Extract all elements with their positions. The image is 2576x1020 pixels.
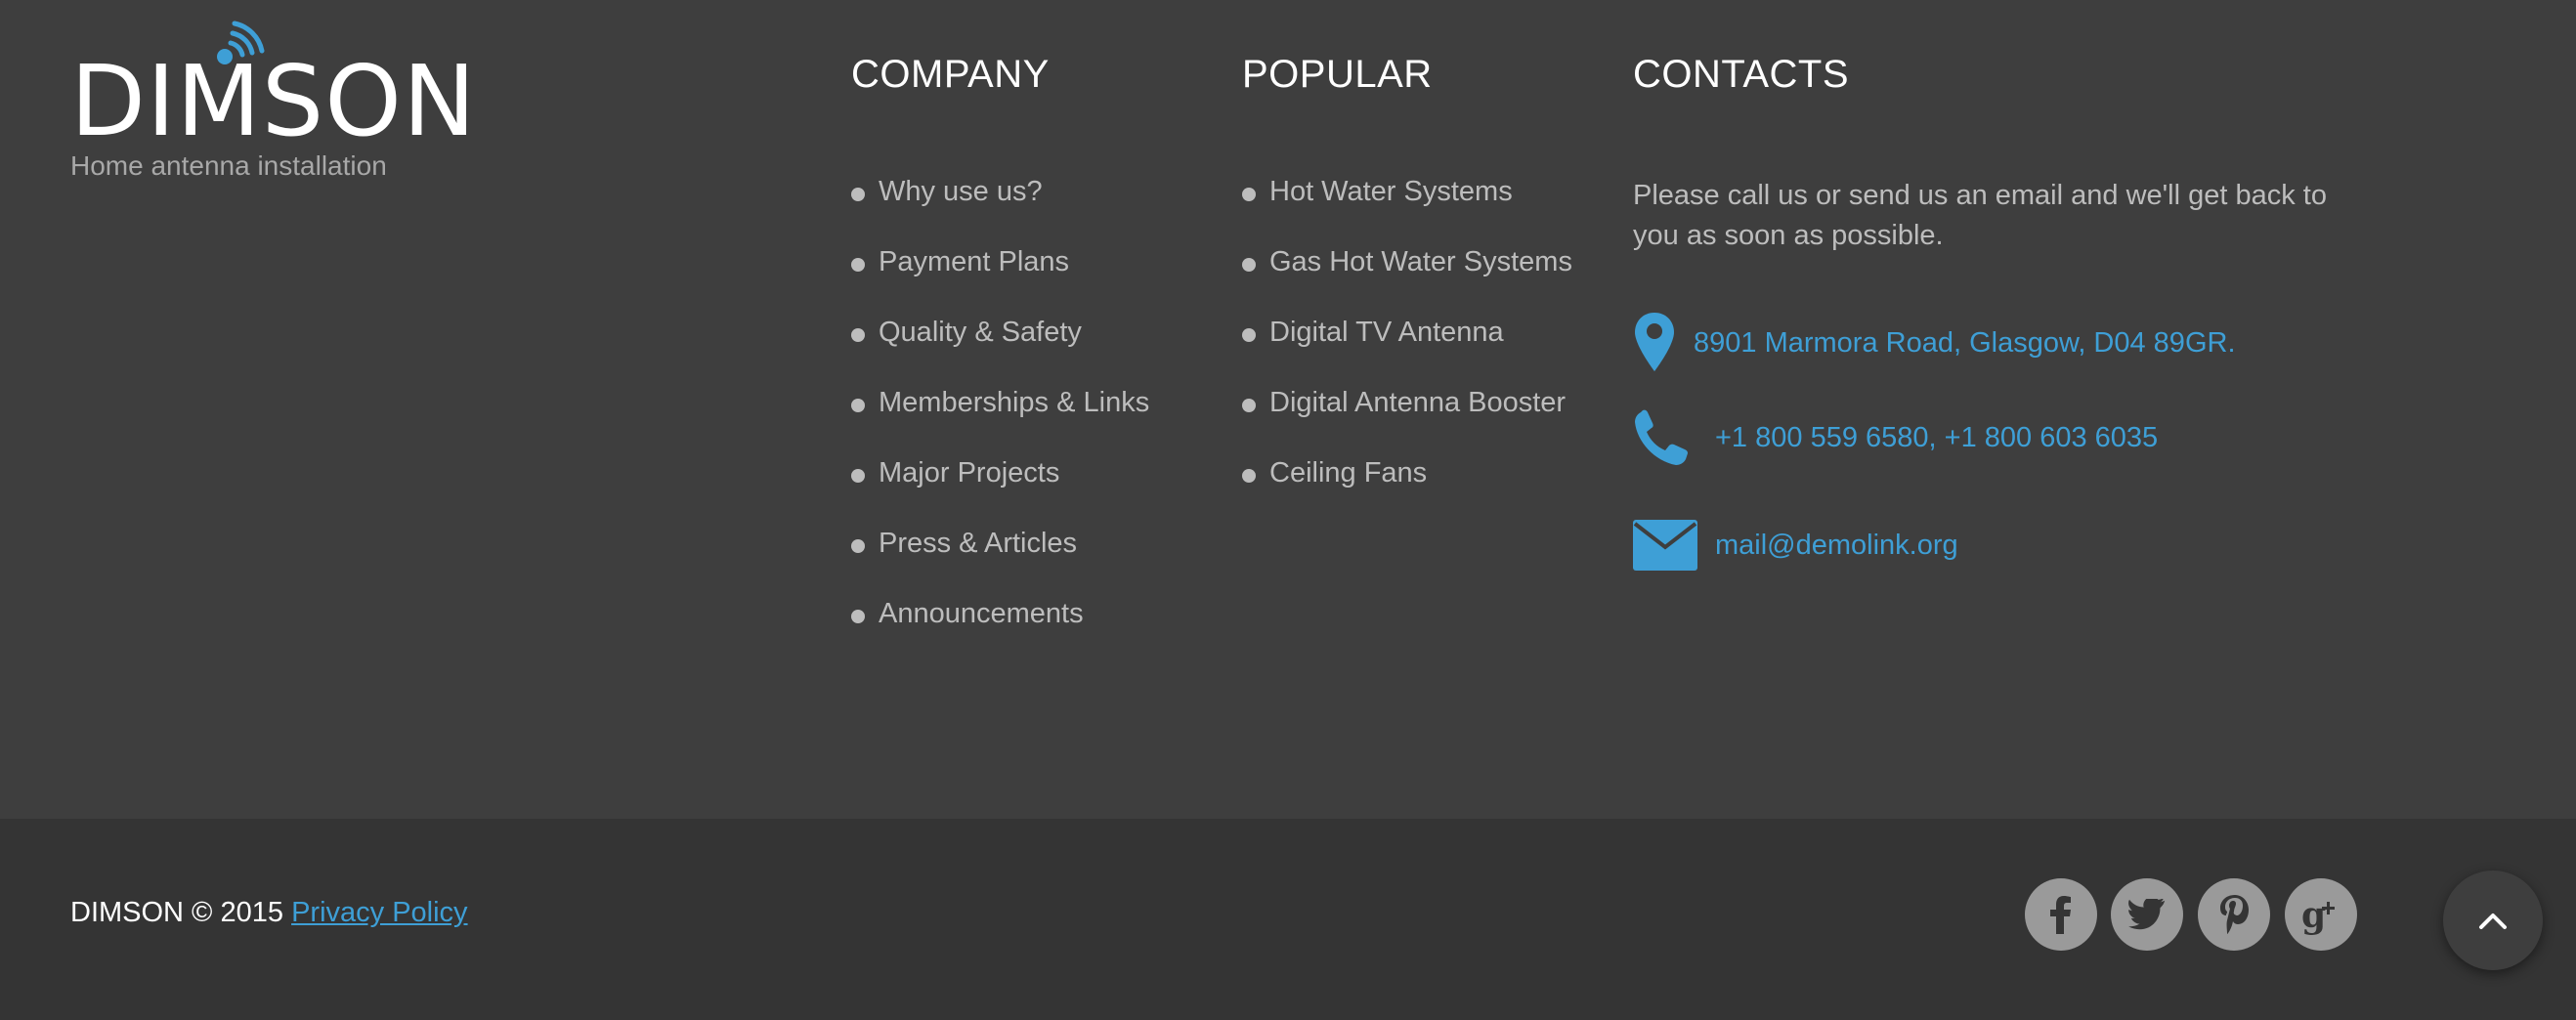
email-link[interactable]: mail@demolink.org: [1715, 530, 1958, 562]
bullet-icon: [851, 610, 865, 623]
company-menu-item: Memberships & Links: [851, 387, 1149, 457]
phone-icon: [1635, 409, 1688, 465]
company-menu-link[interactable]: Quality & Safety: [879, 317, 1082, 349]
popular-menu-link[interactable]: Gas Hot Water Systems: [1269, 246, 1572, 278]
svg-text:g: g: [2301, 895, 2326, 935]
phone-link[interactable]: +1 800 559 6580, +1 800 603 6035: [1715, 422, 2158, 454]
bullet-icon: [851, 328, 865, 342]
bullet-icon: [851, 469, 865, 483]
contacts-intro: Please call us or send us an email and w…: [1633, 180, 2327, 251]
contact-email: mail@demolink.org: [1633, 520, 1958, 571]
bullet-icon: [1242, 258, 1256, 272]
company-menu-link[interactable]: Press & Articles: [879, 528, 1077, 560]
privacy-policy-link[interactable]: Privacy Policy: [291, 897, 468, 928]
bullet-icon: [1242, 399, 1256, 412]
copyright: DIMSON © 2015 Privacy Policy: [70, 897, 468, 929]
popular-menu-item: Ceiling Fans: [1242, 457, 1572, 528]
popular-menu-item: Gas Hot Water Systems: [1242, 246, 1572, 317]
bullet-icon: [851, 258, 865, 272]
popular-menu-link[interactable]: Ceiling Fans: [1269, 457, 1427, 489]
popular-menu-link[interactable]: Hot Water Systems: [1269, 176, 1513, 208]
company-menu-link[interactable]: Memberships & Links: [879, 387, 1149, 419]
logo[interactable]: DIMSON Home antenna installation: [70, 14, 476, 190]
bullet-icon: [1242, 328, 1256, 342]
bullet-icon: [851, 399, 865, 412]
bullet-icon: [851, 539, 865, 553]
contact-address: 8901 Marmora Road, Glasgow, D04 89GR.: [1633, 311, 2236, 375]
logo-wordmark: DIMSON: [70, 44, 477, 158]
company-menu-link[interactable]: Payment Plans: [879, 246, 1069, 278]
copyright-text: DIMSON © 2015: [70, 897, 283, 928]
company-heading: COMPANY: [851, 53, 1050, 96]
contact-phone: +1 800 559 6580, +1 800 603 6035: [1633, 408, 2158, 467]
address-link[interactable]: 8901 Marmora Road, Glasgow, D04 89GR.: [1694, 327, 2236, 360]
company-menu-item: Why use us?: [851, 176, 1149, 246]
pinterest-icon: [2220, 895, 2249, 934]
company-menu-item: Announcements: [851, 598, 1149, 668]
popular-menu-item: Hot Water Systems: [1242, 176, 1572, 246]
back-to-top-button[interactable]: [2443, 871, 2543, 970]
facebook-icon: [2050, 896, 2071, 934]
popular-menu: Hot Water Systems Gas Hot Water Systems Di…: [1242, 176, 1572, 528]
footer-top: DIMSON Home antenna installation COMPANY…: [0, 0, 2576, 819]
bullet-icon: [1242, 188, 1256, 201]
company-menu-item: Press & Articles: [851, 528, 1149, 598]
google-plus-icon: g: [2301, 895, 2335, 935]
twitter-icon: [2128, 899, 2166, 930]
popular-menu-link[interactable]: Digital Antenna Booster: [1269, 387, 1566, 419]
company-menu-link[interactable]: Why use us?: [879, 176, 1043, 208]
popular-menu-item: Digital Antenna Booster: [1242, 387, 1572, 457]
popular-menu-link[interactable]: Digital TV Antenna: [1269, 317, 1504, 349]
company-menu-item: Major Projects: [851, 457, 1149, 528]
company-menu-item: Payment Plans: [851, 246, 1149, 317]
logo-tagline: Home antenna installation: [70, 150, 387, 181]
company-menu-item: Quality & Safety: [851, 317, 1149, 387]
twitter-button[interactable]: [2111, 878, 2183, 951]
pinterest-button[interactable]: [2198, 878, 2270, 951]
envelope-icon: [1633, 520, 1697, 571]
popular-heading: POPULAR: [1242, 53, 1433, 96]
contacts-heading: CONTACTS: [1633, 53, 1850, 96]
google-plus-button[interactable]: g: [2285, 878, 2357, 951]
company-menu: Why use us? Payment Plans Quality & Safety…: [851, 176, 1149, 668]
bullet-icon: [1242, 469, 1256, 483]
popular-menu-item: Digital TV Antenna: [1242, 317, 1572, 387]
bullet-icon: [851, 188, 865, 201]
company-menu-link[interactable]: Major Projects: [879, 457, 1059, 489]
facebook-button[interactable]: [2025, 878, 2097, 951]
map-pin-icon: [1635, 313, 1674, 371]
company-menu-link[interactable]: Announcements: [879, 598, 1084, 630]
chevron-up-icon: [2479, 914, 2507, 929]
